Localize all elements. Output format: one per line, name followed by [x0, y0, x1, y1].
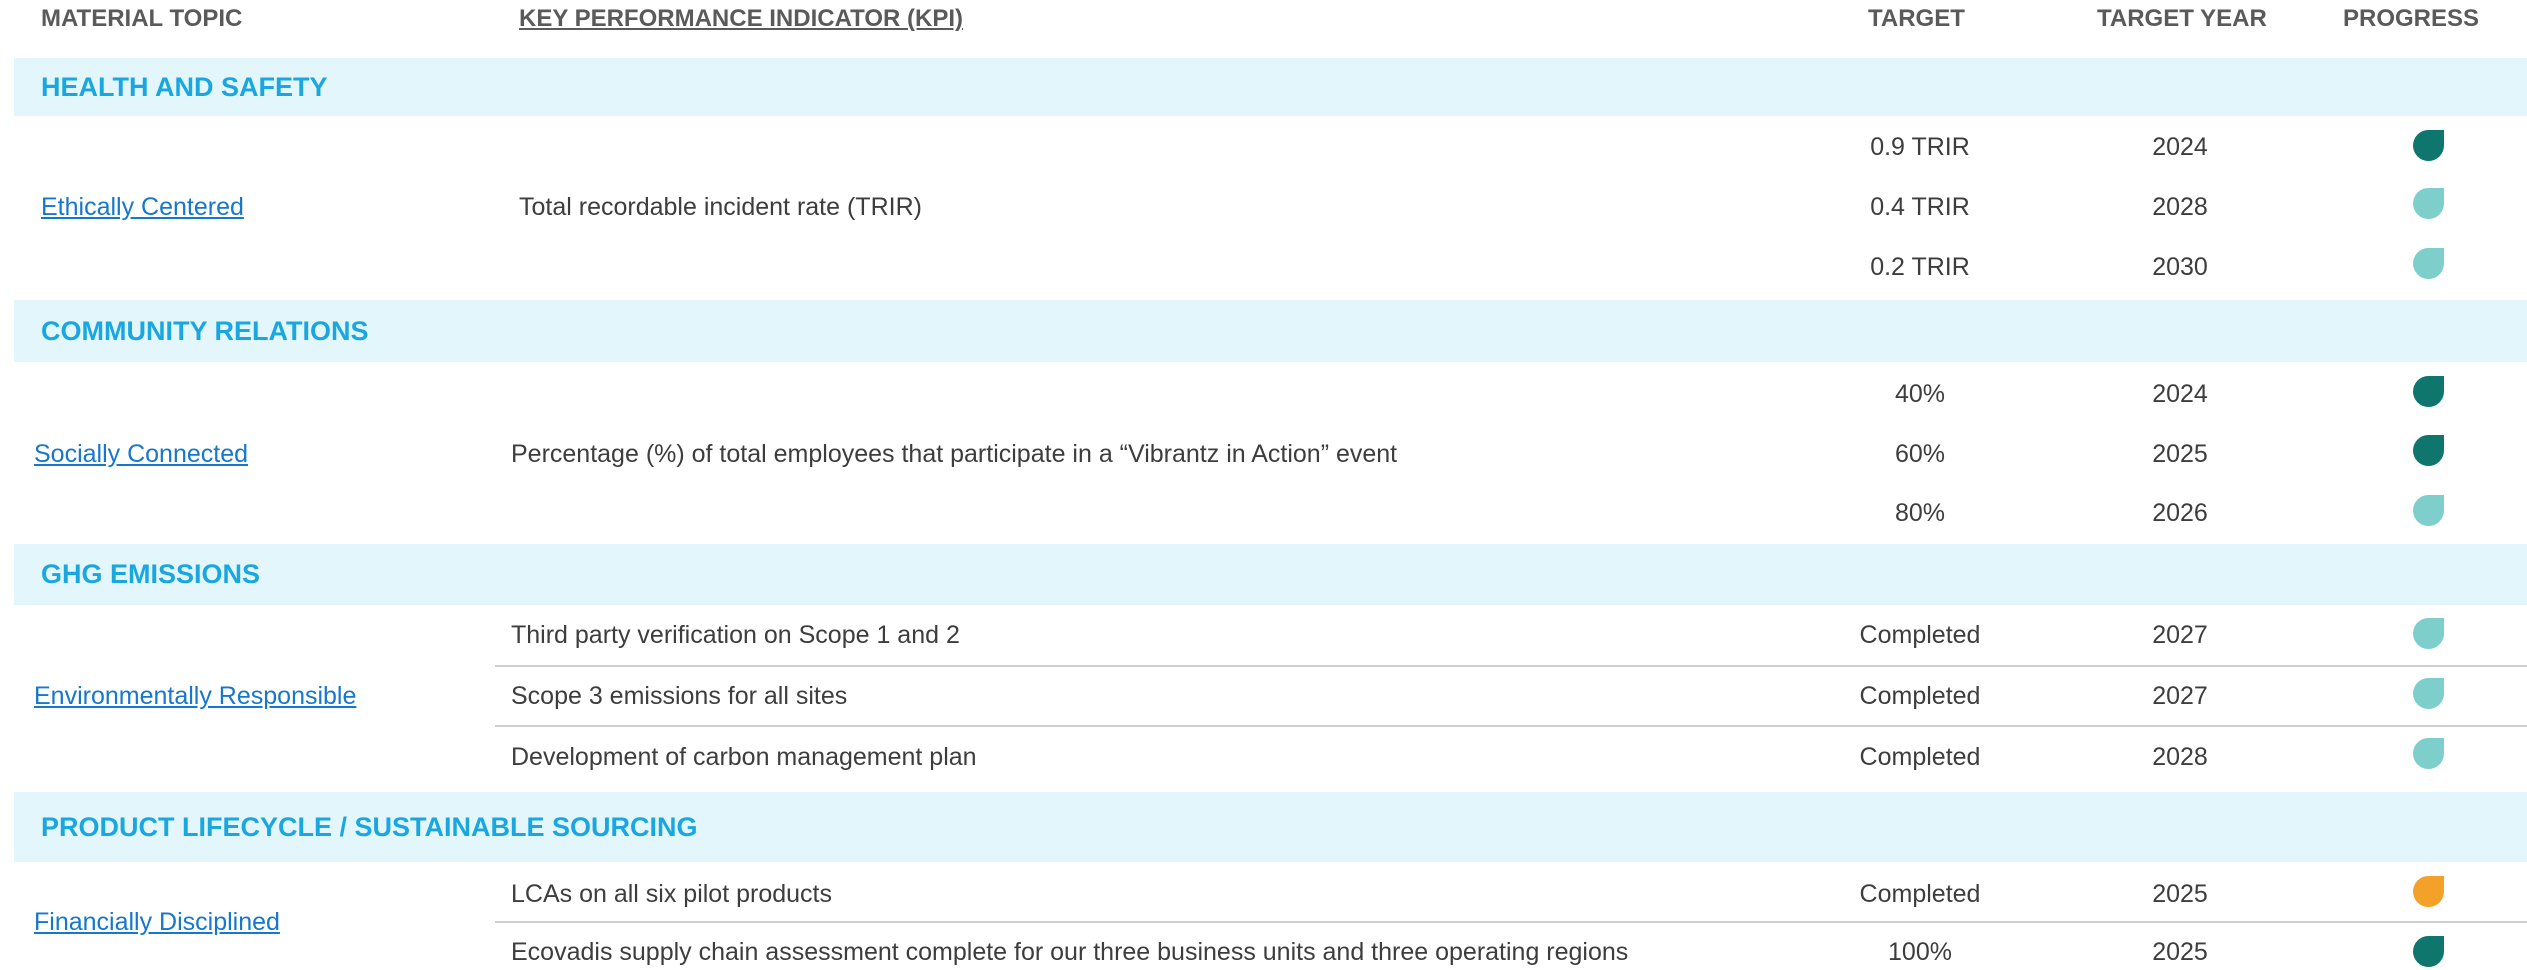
section-band-ghg-emissions: GHG EMISSIONS	[14, 544, 2527, 605]
section-title: HEALTH AND SAFETY	[41, 72, 328, 102]
progress-leaf-icon	[2413, 936, 2444, 967]
target-year-value: 2028	[2152, 193, 2208, 221]
header-kpi[interactable]: KEY PERFORMANCE INDICATOR (KPI)	[519, 0, 963, 38]
target-value: 0.4 TRIR	[1870, 193, 1970, 221]
topic-link-ethically-centered[interactable]: Ethically Centered	[41, 193, 244, 222]
progress-leaf-icon	[2413, 678, 2444, 709]
kpi-text: Total recordable incident rate (TRIR)	[519, 193, 922, 221]
progress-leaf-icon	[2413, 495, 2444, 526]
section-title: COMMUNITY RELATIONS	[41, 316, 369, 346]
target-value: 60%	[1894, 440, 1946, 468]
progress-leaf-icon	[2413, 876, 2444, 907]
kpi-text: Scope 3 emissions for all sites	[511, 682, 848, 710]
topic-link-socially-connected[interactable]: Socially Connected	[34, 440, 248, 469]
section-title: PRODUCT LIFECYCLE / SUSTAINABLE SOURCING	[41, 812, 698, 842]
target-value: 0.9 TRIR	[1870, 133, 1970, 161]
progress-leaf-icon	[2413, 618, 2444, 649]
target-year-value: 2024	[2152, 380, 2208, 408]
target-year-value: 2024	[2152, 133, 2208, 161]
target-value: Completed	[1859, 682, 1981, 710]
header-target-year: TARGET YEAR	[2097, 5, 2267, 32]
section-band-community-relations: COMMUNITY RELATIONS	[14, 300, 2527, 362]
target-year-value: 2025	[2152, 880, 2208, 908]
target-year-value: 2027	[2152, 682, 2208, 710]
header-progress: PROGRESS	[2343, 5, 2480, 32]
kpi-text: Ecovadis supply chain assessment complet…	[511, 938, 1629, 966]
kpi-text: LCAs on all six pilot products	[511, 880, 832, 908]
target-year-value: 2030	[2152, 253, 2208, 281]
section-band-health-safety: HEALTH AND SAFETY	[14, 58, 2527, 116]
target-year-value: 2027	[2152, 621, 2208, 649]
topic-link-environmentally-responsible[interactable]: Environmentally Responsible	[34, 682, 356, 711]
progress-leaf-icon	[2413, 130, 2444, 161]
progress-leaf-icon	[2413, 248, 2444, 279]
progress-leaf-icon	[2413, 738, 2444, 769]
target-year-value: 2025	[2152, 938, 2208, 966]
header-target: TARGET	[1868, 5, 1965, 32]
section-band-product-lifecycle: PRODUCT LIFECYCLE / SUSTAINABLE SOURCING	[14, 792, 2527, 862]
progress-leaf-icon	[2413, 435, 2444, 466]
target-value: Completed	[1859, 621, 1981, 649]
progress-leaf-icon	[2413, 376, 2444, 407]
target-value: 40%	[1894, 380, 1946, 408]
target-value: Completed	[1859, 880, 1981, 908]
header-material-topic: MATERIAL TOPIC	[41, 5, 243, 32]
target-year-value: 2025	[2152, 440, 2208, 468]
kpi-text: Development of carbon management plan	[511, 743, 977, 771]
target-value: Completed	[1859, 743, 1981, 771]
row-divider	[495, 725, 2527, 727]
topic-link-financially-disciplined[interactable]: Financially Disciplined	[34, 908, 280, 937]
target-year-value: 2026	[2152, 499, 2208, 527]
section-title: GHG EMISSIONS	[41, 559, 261, 589]
target-value: 80%	[1894, 499, 1946, 527]
row-divider	[495, 921, 2527, 923]
kpi-text: Percentage (%) of total employees that p…	[511, 440, 1398, 468]
target-value: 100%	[1888, 938, 1952, 966]
target-year-value: 2028	[2152, 743, 2208, 771]
kpi-text: Third party verification on Scope 1 and …	[511, 621, 960, 649]
target-value: 0.2 TRIR	[1870, 253, 1970, 281]
progress-leaf-icon	[2413, 188, 2444, 219]
row-divider	[495, 665, 2527, 667]
